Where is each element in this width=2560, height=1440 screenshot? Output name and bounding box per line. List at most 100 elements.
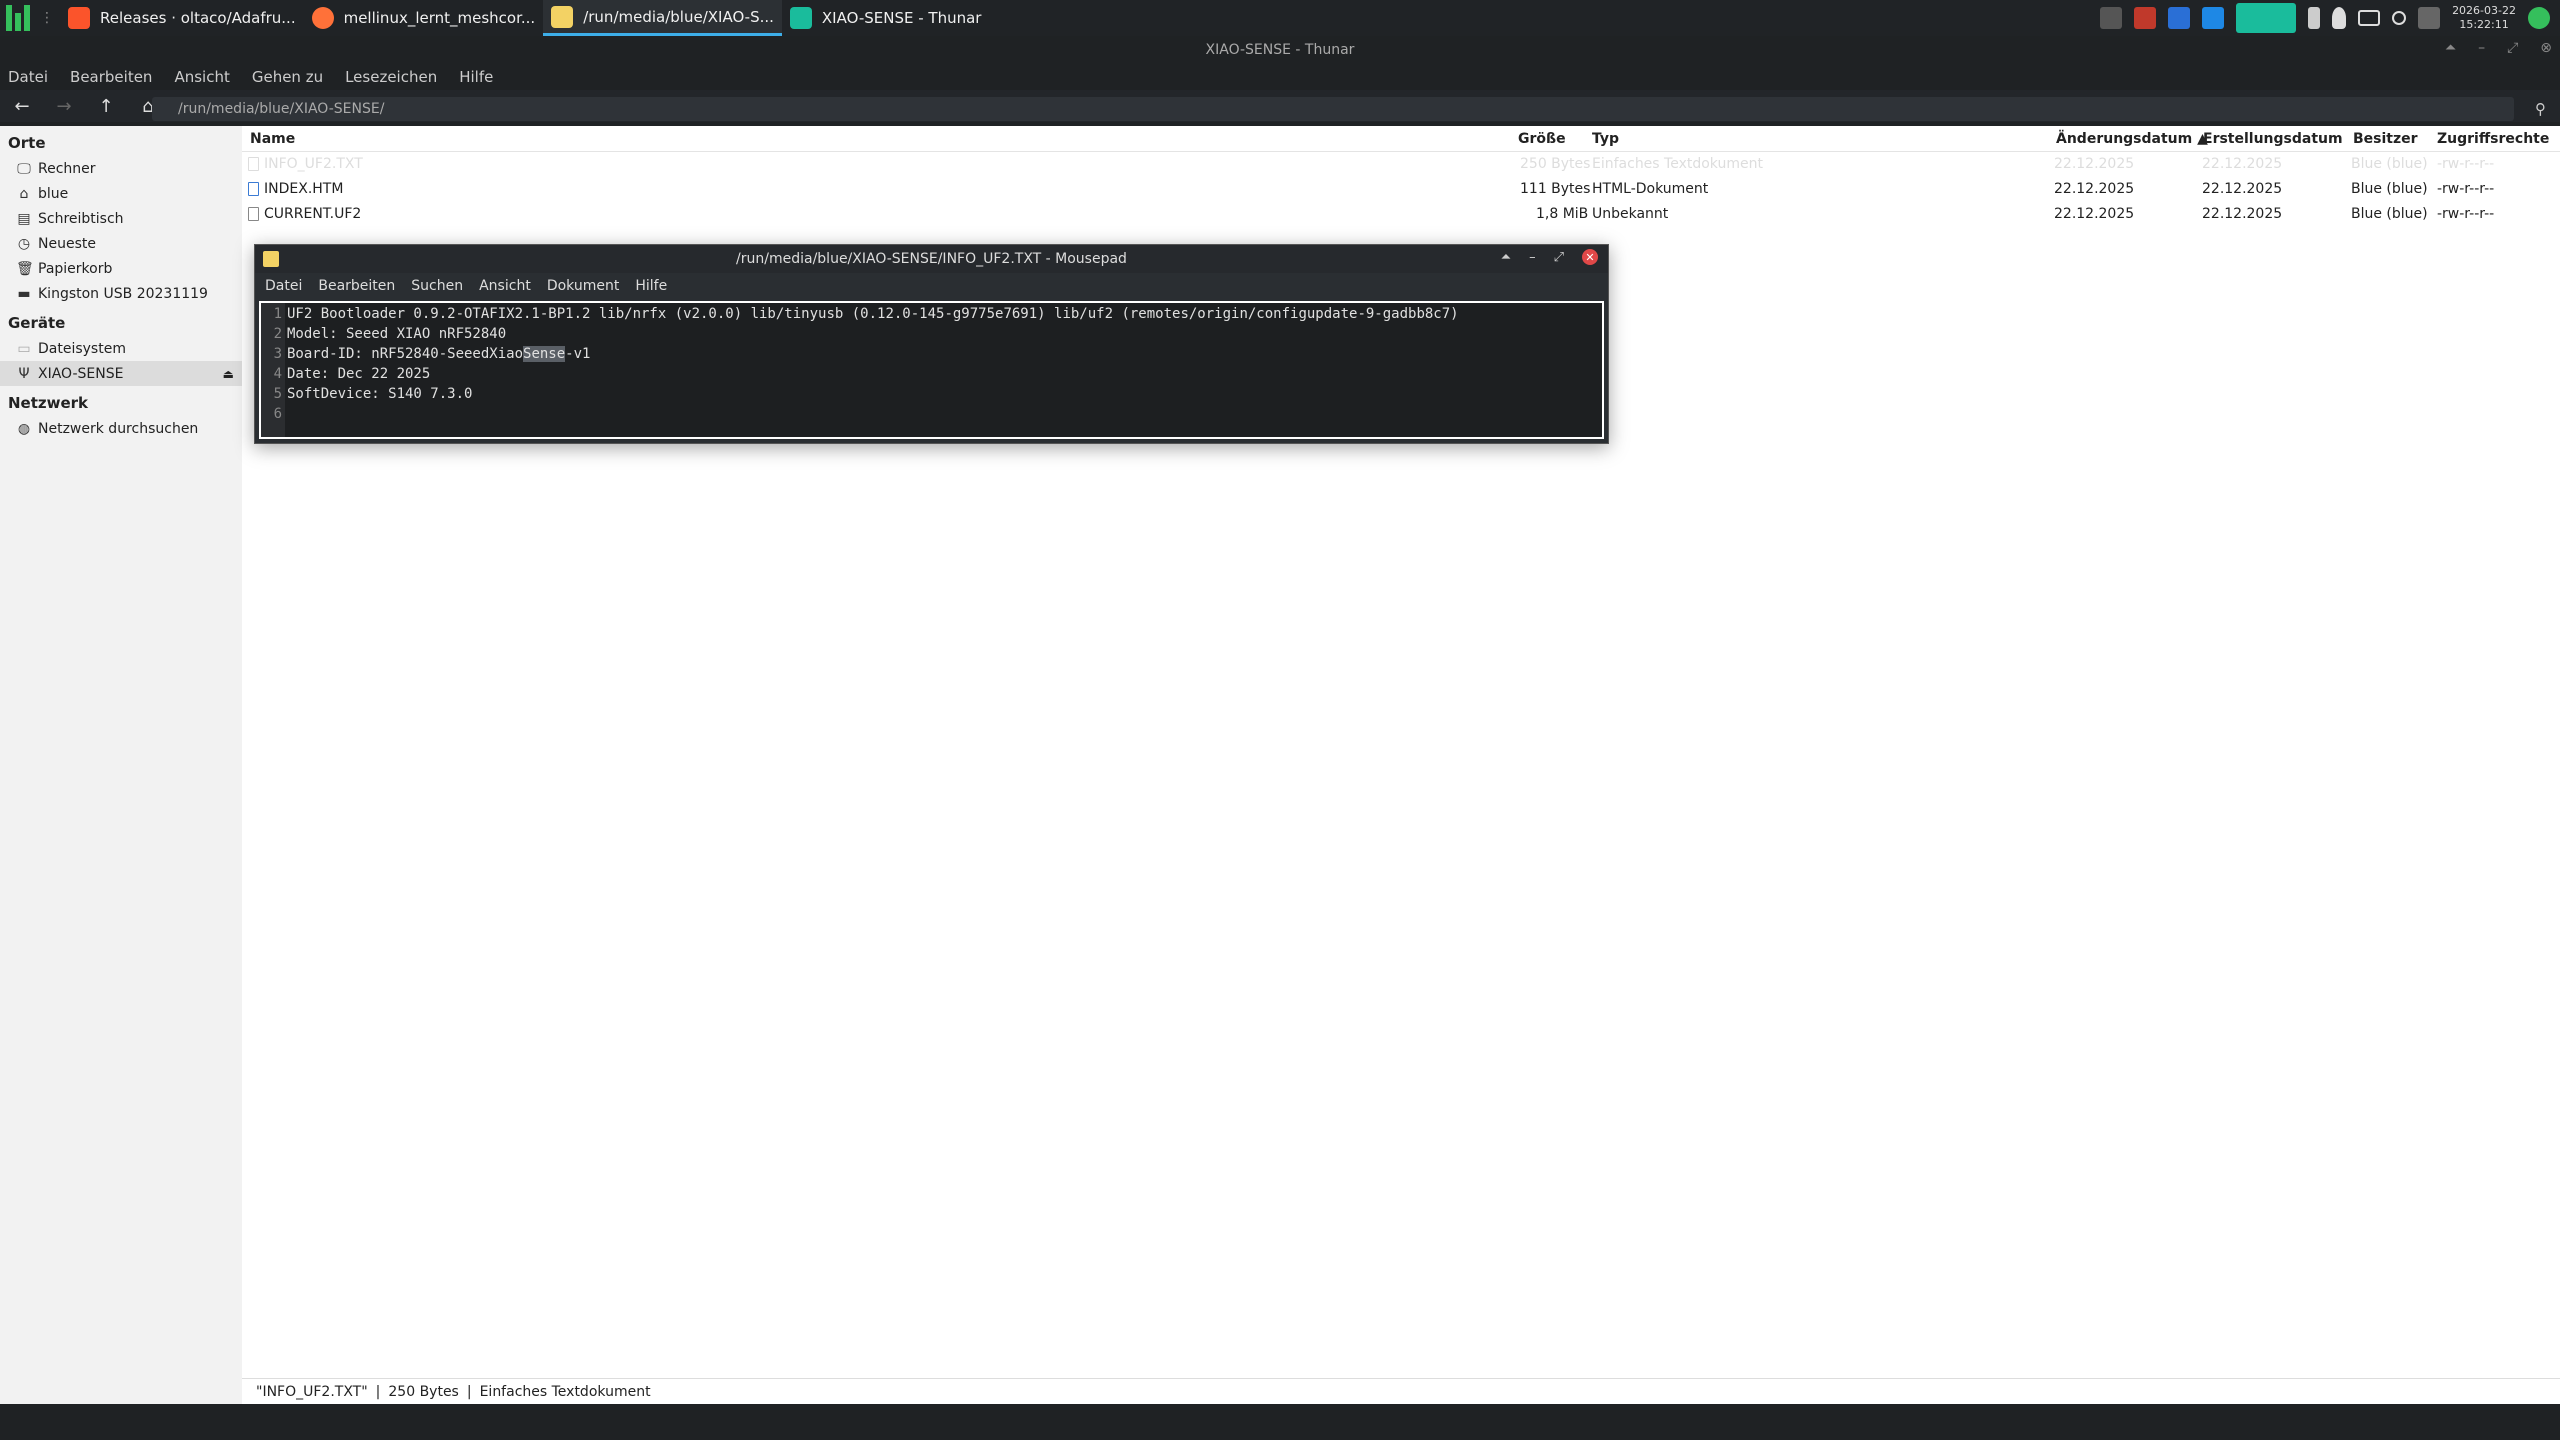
- brave-icon: [68, 7, 90, 29]
- html-file-icon: [248, 182, 259, 196]
- clock-icon: ◷: [17, 235, 31, 252]
- menu-bearbeiten[interactable]: Bearbeiten: [318, 278, 395, 294]
- display-icon[interactable]: [2358, 10, 2381, 26]
- flash-icon[interactable]: [2134, 7, 2157, 29]
- thunar-titlebar[interactable]: XIAO-SENSE - Thunar ⏶ – ⤢ ⊗: [0, 36, 2560, 64]
- menu-lesezeichen[interactable]: Lesezeichen: [345, 68, 437, 86]
- col-perms[interactable]: Zugriffsrechte: [2437, 131, 2549, 147]
- sidebar-heading-devices: Geräte: [8, 314, 66, 332]
- task-brave[interactable]: Releases · oltaco/Adafru...: [60, 0, 304, 36]
- sidebar: Orte 🖵 Rechner ⌂ blue ▤ Schreibtisch ◷ Neues…: [0, 126, 242, 1404]
- drag-handle-icon[interactable]: ⋮: [40, 10, 54, 26]
- col-type[interactable]: Typ: [1592, 131, 1619, 147]
- sidebar-item-schreibtisch[interactable]: ▤ Schreibtisch: [0, 206, 242, 231]
- sidebar-heading-places: Orte: [8, 134, 46, 152]
- task-mousepad[interactable]: /run/media/blue/XIAO-S...: [543, 0, 782, 36]
- sidebar-item-dateisystem[interactable]: ▭ Dateisystem: [0, 336, 242, 361]
- sidebar-heading-network: Netzwerk: [8, 394, 89, 412]
- table-row[interactable]: INFO_UF2.TXT 250 Bytes Einfaches Textdok…: [242, 152, 2560, 177]
- status-separator: |: [375, 1383, 381, 1400]
- mute-icon[interactable]: [2418, 7, 2441, 29]
- menu-gehen-zu[interactable]: Gehen zu: [252, 68, 323, 86]
- search-icon[interactable]: ⚲: [2535, 100, 2546, 118]
- maximize-icon[interactable]: ⤢: [2507, 40, 2518, 56]
- close-icon[interactable]: ⊗: [2540, 40, 2552, 56]
- back-arrow-icon[interactable]: ←: [12, 96, 32, 117]
- sidebar-item-xiao-sense[interactable]: Ψ XIAO-SENSE ⏏: [0, 361, 242, 386]
- task-thunar[interactable]: XIAO-SENSE - Thunar: [782, 0, 990, 36]
- editor-text[interactable]: UF2 Bootloader 0.9.2-OTAFIX2.1-BP1.2 lib…: [285, 303, 1602, 437]
- update-icon[interactable]: [2528, 7, 2550, 29]
- sidebar-item-papierkorb[interactable]: 🗑 Papierkorb: [0, 256, 242, 281]
- text-editor[interactable]: 1 2 3 4 5 6 UF2 Bootloader 0.9.2-OTAFIX2…: [259, 301, 1604, 439]
- status-filename: "INFO_UF2.TXT": [256, 1383, 368, 1400]
- code-line: Date: Dec 22 2025: [287, 366, 431, 382]
- close-icon[interactable]: ✕: [1582, 249, 1598, 265]
- up-arrow-icon[interactable]: ↑: [96, 96, 116, 117]
- globe-icon: ◍: [17, 420, 31, 437]
- menu-hilfe[interactable]: Hilfe: [635, 278, 667, 294]
- desktop-icon: ▤: [17, 210, 31, 227]
- unknown-file-icon: [248, 207, 259, 221]
- col-modified[interactable]: Änderungsdatum ▲: [2056, 131, 2208, 147]
- code-line: Model: Seeed XIAO nRF52840: [287, 326, 507, 342]
- location-path: /run/media/blue/XIAO-SENSE/: [178, 101, 385, 117]
- mousepad-icon: [263, 251, 279, 267]
- sidebar-item-rechner[interactable]: 🖵 Rechner: [0, 156, 242, 181]
- trash-icon: 🗑: [16, 260, 34, 277]
- minimize-icon[interactable]: –: [2478, 40, 2485, 56]
- table-row[interactable]: CURRENT.UF2 1,8 MiB Unbekannt 22.12.2025…: [242, 202, 2560, 227]
- vc-icon[interactable]: [2168, 7, 2191, 29]
- status-bar: "INFO_UF2.TXT" | 250 Bytes | Einfaches T…: [242, 1378, 2560, 1404]
- clock[interactable]: 2026-03-22 15:22:11: [2452, 4, 2516, 32]
- firefox-icon: [311, 7, 334, 29]
- link-icon[interactable]: [2392, 11, 2407, 25]
- col-name[interactable]: Name: [250, 131, 295, 147]
- clipboard-icon[interactable]: [2308, 7, 2321, 29]
- system-tray: 2026-03-22 15:22:11: [2100, 3, 2560, 33]
- menu-suchen[interactable]: Suchen: [411, 278, 463, 294]
- sidebar-item-blue[interactable]: ⌂ blue: [0, 181, 242, 206]
- thunar-icon: [789, 7, 812, 29]
- keep-above-icon[interactable]: ⏶: [2445, 40, 2456, 56]
- col-owner[interactable]: Besitzer: [2353, 131, 2418, 147]
- minimize-icon[interactable]: –: [1529, 250, 1536, 265]
- code-line: Board-ID: nRF52840-SeeedXiaoSense-v1: [287, 346, 591, 362]
- menu-ansicht[interactable]: Ansicht: [174, 68, 229, 86]
- status-size: 250 Bytes: [388, 1383, 459, 1400]
- menu-hilfe[interactable]: Hilfe: [459, 68, 493, 86]
- maximize-icon[interactable]: ⤢: [1554, 250, 1564, 265]
- manjaro-logo-icon[interactable]: [6, 5, 32, 31]
- code-line: UF2 Bootloader 0.9.2-OTAFIX2.1-BP1.2 lib…: [287, 306, 1459, 322]
- shield-icon[interactable]: [2332, 7, 2347, 29]
- location-bar[interactable]: /run/media/blue/XIAO-SENSE/: [152, 97, 2514, 121]
- col-created[interactable]: Erstellungsdatum: [2203, 131, 2343, 147]
- window-title: XIAO-SENSE - Thunar: [1205, 42, 1355, 58]
- mousepad-window: /run/media/blue/XIAO-SENSE/INFO_UF2.TXT …: [254, 244, 1609, 444]
- eject-icon[interactable]: ⏏: [223, 367, 234, 381]
- menu-datei[interactable]: Datei: [265, 278, 302, 294]
- pen-icon[interactable]: [2100, 7, 2123, 29]
- thunar-tray-icon[interactable]: [2236, 3, 2297, 33]
- forward-arrow-icon[interactable]: →: [54, 96, 74, 117]
- sidebar-item-neueste[interactable]: ◷ Neueste: [0, 231, 242, 256]
- status-separator: |: [466, 1383, 472, 1400]
- home-icon: ⌂: [19, 185, 29, 202]
- menu-dokument[interactable]: Dokument: [547, 278, 620, 294]
- task-firefox[interactable]: mellinux_lernt_meshcor...: [304, 0, 544, 36]
- mousepad-icon: [551, 5, 574, 28]
- menu-bearbeiten[interactable]: Bearbeiten: [70, 68, 152, 86]
- sidebar-item-kingston[interactable]: ▬ Kingston USB 20231119: [0, 281, 242, 306]
- keep-above-icon[interactable]: ⏶: [1501, 250, 1511, 265]
- menu-datei[interactable]: Datei: [8, 68, 48, 86]
- chat-icon[interactable]: [2202, 7, 2225, 29]
- thunar-menubar: Datei Bearbeiten Ansicht Gehen zu Leseze…: [0, 64, 2560, 90]
- col-size[interactable]: Größe: [1518, 131, 1566, 147]
- table-row[interactable]: INDEX.HTM 111 Bytes HTML-Dokument 22.12.…: [242, 177, 2560, 202]
- menu-ansicht[interactable]: Ansicht: [479, 278, 531, 294]
- taskbar: ⋮ Releases · oltaco/Adafru... mellinux_l…: [0, 0, 2560, 36]
- line-number-gutter: 1 2 3 4 5 6: [261, 303, 285, 437]
- text-file-icon: [248, 157, 259, 171]
- sidebar-item-network-browse[interactable]: ◍ Netzwerk durchsuchen: [0, 416, 242, 441]
- mousepad-titlebar[interactable]: /run/media/blue/XIAO-SENSE/INFO_UF2.TXT …: [255, 245, 1608, 273]
